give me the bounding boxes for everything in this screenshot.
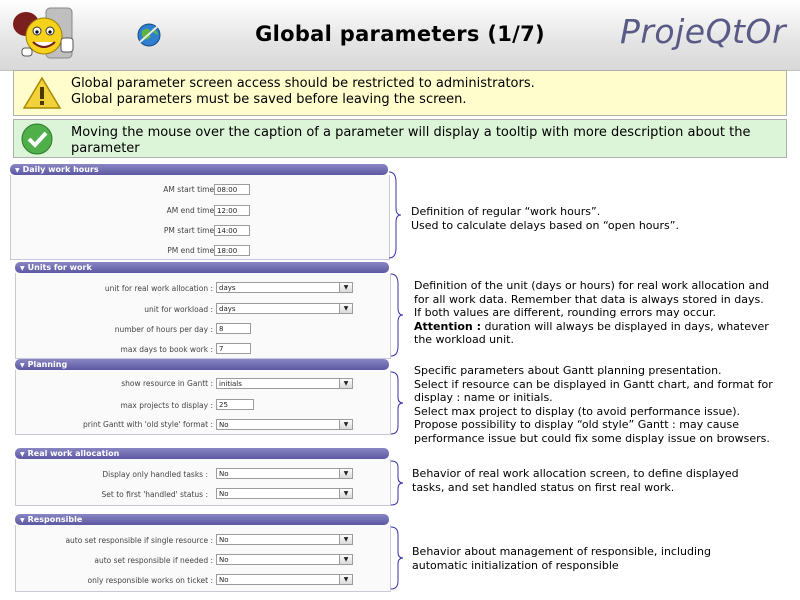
- projeqtor-logo-icon: [13, 7, 74, 59]
- section-header-planning[interactable]: ▼ Planning: [15, 359, 389, 370]
- chevron-down-icon: ▼: [339, 555, 352, 564]
- note-responsible: Behavior about management of responsible…: [412, 545, 712, 572]
- section-body-planning: show resource in Gantt : initials ▼ max p…: [15, 370, 391, 435]
- real-work-unit-select[interactable]: days ▼: [216, 282, 353, 293]
- old-style-gantt-label: print Gantt with 'old style' format :: [83, 420, 213, 429]
- old-style-gantt-select[interactable]: No ▼: [216, 419, 353, 430]
- single-resource-select[interactable]: No ▼: [216, 534, 353, 545]
- max-days-label: max days to book work :: [120, 345, 213, 354]
- max-days-input[interactable]: 7: [216, 343, 251, 354]
- brace-real-work: [390, 460, 404, 506]
- collapse-icon: ▼: [20, 517, 25, 524]
- max-projects-input[interactable]: 25: [216, 399, 254, 410]
- only-responsible-label: only responsible works on ticket :: [87, 576, 213, 585]
- note-real-work: Behavior of real work allocation screen,…: [412, 467, 739, 494]
- am-start-label: AM start time :: [163, 185, 219, 194]
- chevron-down-icon: ▼: [339, 420, 352, 429]
- section-header-responsible[interactable]: ▼ Responsible: [15, 514, 389, 525]
- chevron-down-icon: ▼: [339, 379, 352, 388]
- section-body-responsible: auto set responsible if single resource …: [15, 525, 391, 592]
- chevron-down-icon: ▼: [339, 575, 352, 584]
- if-needed-label: auto set responsible if needed :: [94, 556, 213, 565]
- warning-icon: [22, 76, 62, 109]
- section-header-real-work-allocation[interactable]: ▼ Real work allocation: [15, 448, 389, 459]
- collapse-icon: ▼: [20, 265, 25, 272]
- page-title: Global parameters (1/7): [255, 22, 545, 46]
- header-bar: Global parameters (1/7) ProjeQtOr: [0, 0, 800, 71]
- pm-start-label: PM start time :: [163, 226, 219, 235]
- hours-per-day-input[interactable]: 8: [216, 323, 251, 334]
- am-start-input[interactable]: 08:00: [214, 184, 250, 195]
- collapse-icon: ▼: [20, 451, 25, 458]
- check-icon: [21, 123, 53, 155]
- real-work-unit-label: unit for real work allocation :: [104, 284, 213, 293]
- warning-message: Global parameter screen access should be…: [13, 70, 787, 116]
- chevron-down-icon: ▼: [339, 304, 352, 313]
- chevron-down-icon: ▼: [339, 535, 352, 544]
- single-resource-label: auto set responsible if single resource …: [65, 536, 213, 545]
- globe-icon[interactable]: [136, 22, 162, 48]
- note-daily: Definition of regular “work hours”. Used…: [411, 205, 679, 232]
- section-body-real-work-allocation: Display only handled tasks : No ▼ Set to …: [15, 459, 391, 506]
- note-units: Definition of the unit (days or hours) f…: [414, 279, 770, 346]
- brace-planning: [390, 371, 404, 435]
- section-header-daily-work-hours[interactable]: ▼ Daily work hours: [10, 164, 388, 175]
- show-resource-select[interactable]: initials ▼: [216, 378, 353, 389]
- am-end-label: AM end time :: [166, 206, 219, 215]
- info-text: Moving the mouse over the caption of a p…: [71, 125, 751, 156]
- max-projects-label: max projects to display :: [120, 401, 213, 410]
- collapse-icon: ▼: [15, 167, 20, 174]
- section-body-units-for-work: unit for real work allocation : days ▼ un…: [15, 273, 391, 359]
- warning-line-1: Global parameter screen access should be…: [71, 76, 535, 91]
- workload-unit-label: unit for workload :: [144, 305, 213, 314]
- brand-name: ProjeQtOr: [619, 12, 787, 51]
- first-handled-status-label: Set to first 'handled' status :: [101, 490, 208, 499]
- show-resource-label: show resource in Gantt :: [121, 379, 213, 388]
- hours-per-day-label: number of hours per day :: [114, 325, 213, 334]
- handled-tasks-label: Display only handled tasks :: [102, 470, 208, 479]
- warning-line-2: Global parameters must be saved before l…: [71, 92, 467, 107]
- pm-start-input[interactable]: 14:00: [214, 225, 250, 236]
- only-responsible-select[interactable]: No ▼: [216, 574, 353, 585]
- brace-units: [390, 273, 404, 357]
- note-planning: Specific parameters about Gantt planning…: [414, 364, 773, 445]
- handled-tasks-select[interactable]: No ▼: [216, 468, 353, 479]
- am-end-input[interactable]: 12:00: [214, 205, 250, 216]
- brace-responsible: [390, 526, 404, 590]
- pm-end-label: PM end time :: [167, 246, 219, 255]
- section-body-daily-work-hours: AM start time : 08:00 AM end time : 12:0…: [10, 175, 390, 260]
- chevron-down-icon: ▼: [339, 469, 352, 478]
- workload-unit-select[interactable]: days ▼: [216, 303, 353, 314]
- if-needed-select[interactable]: No ▼: [216, 554, 353, 565]
- collapse-icon: ▼: [20, 362, 25, 369]
- section-header-units-for-work[interactable]: ▼ Units for work: [15, 262, 389, 273]
- first-handled-status-select[interactable]: No ▼: [216, 488, 353, 499]
- pm-end-input[interactable]: 18:00: [214, 245, 250, 256]
- chevron-down-icon: ▼: [339, 489, 352, 498]
- info-message: Moving the mouse over the caption of a p…: [13, 119, 787, 158]
- chevron-down-icon: ▼: [339, 283, 352, 292]
- brace-daily: [388, 171, 402, 259]
